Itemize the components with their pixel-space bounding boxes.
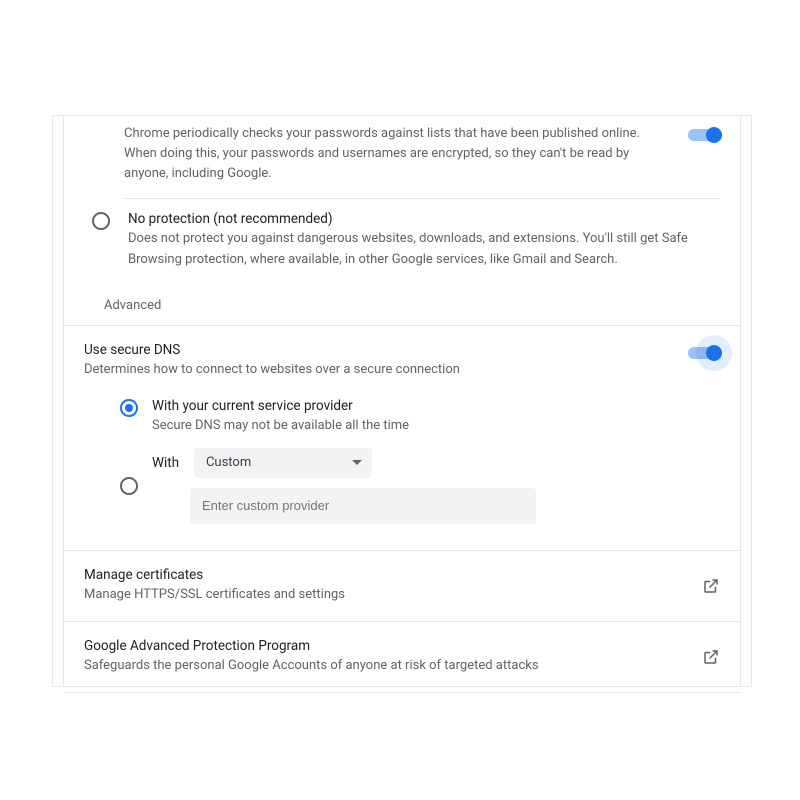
no-protection-title: No protection (not recommended) — [128, 211, 720, 227]
secure-dns-toggle[interactable] — [688, 346, 720, 360]
dns-provider-select-value: Custom — [206, 455, 251, 470]
open-in-new-icon — [702, 648, 720, 666]
manage-certificates-row[interactable]: Manage certificates Manage HTTPS/SSL cer… — [64, 551, 740, 621]
dns-custom-label: With — [152, 455, 190, 471]
certificates-title: Manage certificates — [84, 567, 702, 583]
password-check-description: Chrome periodically checks your password… — [124, 124, 688, 184]
settings-panel: Chrome periodically checks your password… — [63, 116, 741, 686]
radio-icon — [92, 212, 110, 230]
settings-frame: Chrome periodically checks your password… — [52, 115, 752, 687]
password-check-toggle[interactable] — [688, 128, 720, 142]
dns-current-label: With your current service provider — [152, 398, 720, 414]
certificates-description: Manage HTTPS/SSL certificates and settin… — [84, 585, 702, 605]
password-check-row: Chrome periodically checks your password… — [64, 116, 740, 198]
radio-icon — [120, 399, 138, 417]
secure-dns-title: Use secure DNS — [84, 342, 688, 358]
chevron-down-icon — [352, 460, 362, 465]
divider — [64, 692, 740, 693]
secure-dns-row: Use secure DNS Determines how to connect… — [64, 326, 740, 384]
advanced-heading: Advanced — [64, 282, 740, 325]
advanced-protection-row[interactable]: Google Advanced Protection Program Safeg… — [64, 622, 740, 692]
advanced-protection-title: Google Advanced Protection Program — [84, 638, 702, 654]
no-protection-option[interactable]: No protection (not recommended) Does not… — [64, 199, 740, 281]
secure-dns-options: With your current service provider Secur… — [64, 384, 740, 550]
dns-custom-option[interactable]: With Custom — [120, 448, 720, 524]
secure-dns-description: Determines how to connect to websites ov… — [84, 360, 688, 380]
open-in-new-icon — [702, 577, 720, 595]
dns-custom-provider-input[interactable] — [190, 488, 536, 524]
dns-provider-select[interactable]: Custom — [194, 448, 372, 478]
radio-icon — [120, 477, 138, 495]
no-protection-description: Does not protect you against dangerous w… — [128, 229, 720, 269]
dns-current-provider-option[interactable]: With your current service provider Secur… — [120, 398, 720, 436]
advanced-protection-description: Safeguards the personal Google Accounts … — [84, 656, 702, 676]
dns-current-sub: Secure DNS may not be available all the … — [152, 416, 720, 436]
